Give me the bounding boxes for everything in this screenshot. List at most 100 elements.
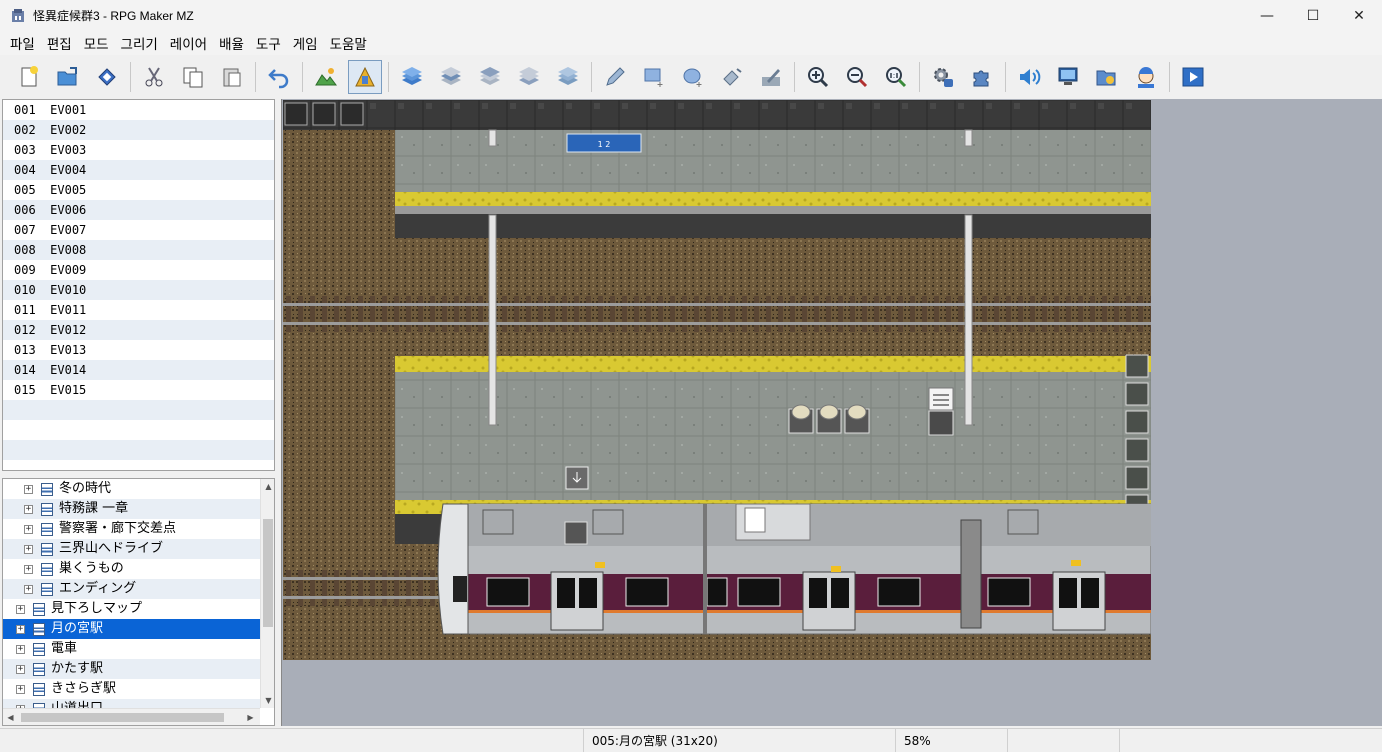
- shadow-pen-button[interactable]: [754, 60, 788, 94]
- map-tree-item[interactable]: + エンディング: [3, 579, 260, 599]
- plugin-manager-button[interactable]: [965, 60, 999, 94]
- map-canvas[interactable]: 1 2: [283, 100, 1151, 660]
- menu-game[interactable]: 게임: [287, 33, 324, 53]
- undo-button[interactable]: [262, 60, 296, 94]
- event-row[interactable]: 010 EV010: [3, 280, 274, 300]
- menu-file[interactable]: 파일: [4, 33, 41, 53]
- map-tree-item[interactable]: + きさらぎ駅: [3, 679, 260, 699]
- expand-icon[interactable]: +: [24, 584, 33, 594]
- copy-button[interactable]: [176, 60, 210, 94]
- character-generator-button[interactable]: [1129, 60, 1163, 94]
- event-row[interactable]: 013 EV013: [3, 340, 274, 360]
- menu-layer[interactable]: 레이어: [164, 33, 213, 53]
- expand-icon[interactable]: +: [16, 684, 25, 694]
- event-list[interactable]: 001 EV001 002 EV002 003 EV003 004 EV004 …: [2, 99, 275, 471]
- event-row[interactable]: 007 EV007: [3, 220, 274, 240]
- layer2-button[interactable]: [434, 60, 468, 94]
- map-editor-area[interactable]: 1 2: [281, 99, 1382, 726]
- event-row[interactable]: 001 EV001: [3, 100, 274, 120]
- toolbar-separator: [302, 62, 303, 92]
- expand-icon[interactable]: +: [24, 544, 33, 554]
- expand-icon[interactable]: +: [16, 624, 25, 634]
- map-tree-item[interactable]: +山道出口: [3, 699, 260, 708]
- event-row[interactable]: 008 EV008: [3, 240, 274, 260]
- event-row[interactable]: 005 EV005: [3, 180, 274, 200]
- expand-icon[interactable]: +: [16, 644, 25, 654]
- scroll-up-icon[interactable]: ▲: [261, 479, 274, 494]
- scroll-right-icon[interactable]: ▶: [243, 709, 258, 725]
- map-render: 1 2: [283, 100, 1151, 660]
- playtest-button[interactable]: [1176, 60, 1210, 94]
- map-tree-item[interactable]: + 冬の時代: [3, 479, 260, 499]
- map-tree-item-selected[interactable]: + 月の宮駅: [3, 619, 260, 639]
- close-button[interactable]: ✕: [1336, 0, 1382, 31]
- map-tree-item[interactable]: + 三界山へドライブ: [3, 539, 260, 559]
- rectangle-button[interactable]: [637, 60, 671, 94]
- database-button[interactable]: [926, 60, 960, 94]
- new-project-button[interactable]: [12, 60, 46, 94]
- layer3-button[interactable]: [473, 60, 507, 94]
- expand-icon[interactable]: +: [24, 524, 33, 534]
- map-tree-item[interactable]: + 見下ろしマップ: [3, 599, 260, 619]
- event-row[interactable]: 014 EV014: [3, 360, 274, 380]
- expand-icon[interactable]: +: [16, 604, 25, 614]
- expand-icon[interactable]: +: [16, 664, 25, 674]
- maximize-button[interactable]: ☐: [1290, 0, 1336, 31]
- map-tree-item[interactable]: + 電車: [3, 639, 260, 659]
- event-row[interactable]: 012 EV012: [3, 320, 274, 340]
- map-tree[interactable]: + 冬の時代 + 特務課 一章 + 警察署・廊下交差点 + 三界山へドライブ + 巣くうも…: [2, 478, 275, 726]
- save-project-button[interactable]: [90, 60, 124, 94]
- zoom-actual-button[interactable]: [879, 60, 913, 94]
- map-tree-item[interactable]: + かたす駅: [3, 659, 260, 679]
- scroll-left-icon[interactable]: ◀: [3, 709, 18, 725]
- flood-fill-button[interactable]: [715, 60, 749, 94]
- event-row[interactable]: 002 EV002: [3, 120, 274, 140]
- event-row[interactable]: 004 EV004: [3, 160, 274, 180]
- zoom-out-button[interactable]: [840, 60, 874, 94]
- map-tree-horizontal-scrollbar[interactable]: ◀ ▶: [3, 708, 260, 725]
- event-row[interactable]: 015 EV015: [3, 380, 274, 400]
- event-row[interactable]: 011 EV011: [3, 300, 274, 320]
- expand-icon[interactable]: +: [24, 564, 33, 574]
- resource-manager-button[interactable]: [1090, 60, 1124, 94]
- sound-test-button[interactable]: [1012, 60, 1046, 94]
- scrollbar-thumb[interactable]: [21, 713, 224, 722]
- layer1-button[interactable]: [395, 60, 429, 94]
- event-mode-button[interactable]: [348, 60, 382, 94]
- map-icon: [41, 482, 53, 496]
- event-row[interactable]: 009 EV009: [3, 260, 274, 280]
- zoom-in-button[interactable]: [801, 60, 835, 94]
- menu-scale[interactable]: 배율: [213, 33, 250, 53]
- paste-button[interactable]: [215, 60, 249, 94]
- rectangle-icon: [644, 68, 663, 87]
- ellipse-button[interactable]: [676, 60, 710, 94]
- scroll-down-icon[interactable]: ▼: [261, 693, 274, 708]
- menu-mode[interactable]: 모드: [78, 33, 115, 53]
- map-tree-item[interactable]: + 巣くうもの: [3, 559, 260, 579]
- event-row[interactable]: 003 EV003: [3, 140, 274, 160]
- menu-help[interactable]: 도움말: [324, 33, 373, 53]
- shadow-pen-icon: [762, 69, 780, 86]
- open-project-button[interactable]: [51, 60, 85, 94]
- layer4-button[interactable]: [512, 60, 546, 94]
- scrollbar-thumb[interactable]: [263, 519, 273, 627]
- title-bar: 怪異症候群3 - RPG Maker MZ — ☐ ✕: [0, 0, 1382, 31]
- map-mode-button[interactable]: [309, 60, 343, 94]
- map-tree-vertical-scrollbar[interactable]: ▲ ▼: [260, 479, 274, 708]
- menu-tools[interactable]: 도구: [250, 33, 287, 53]
- map-station-sign: 1 2: [566, 133, 642, 153]
- toolbar-separator: [388, 62, 389, 92]
- minimize-button[interactable]: —: [1244, 0, 1290, 31]
- map-tree-item[interactable]: + 特務課 一章: [3, 499, 260, 519]
- pencil-button[interactable]: [598, 60, 632, 94]
- undo-icon: [268, 69, 289, 89]
- menu-edit[interactable]: 편집: [41, 33, 78, 53]
- all-layers-button[interactable]: [551, 60, 585, 94]
- expand-icon[interactable]: +: [24, 504, 33, 514]
- map-tree-item[interactable]: + 警察署・廊下交差点: [3, 519, 260, 539]
- cut-button[interactable]: [137, 60, 171, 94]
- event-searcher-button[interactable]: [1051, 60, 1085, 94]
- expand-icon[interactable]: +: [24, 484, 33, 494]
- event-row[interactable]: 006 EV006: [3, 200, 274, 220]
- menu-draw[interactable]: 그리기: [115, 33, 164, 53]
